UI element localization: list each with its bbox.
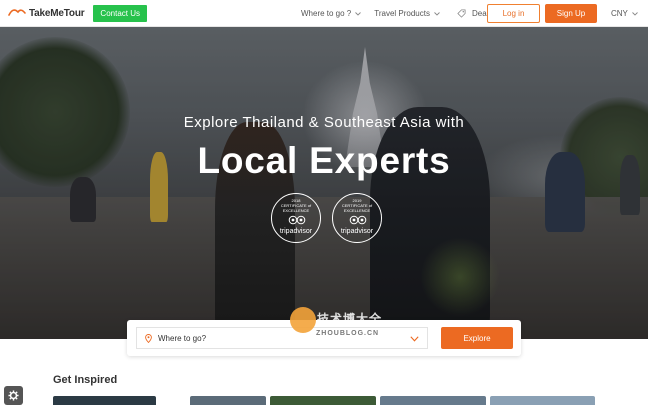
currency-label: CNY	[611, 9, 628, 18]
inspiration-card[interactable]	[380, 396, 486, 405]
badge-brand: tripadvisor	[279, 228, 313, 235]
tripadvisor-owl-icon	[349, 215, 367, 225]
nav-where-label: Where to go ?	[301, 9, 352, 18]
badge-cert-text: CERTIFICATE of EXCELLENCE	[333, 203, 381, 213]
nav-travel-label: Travel Products	[374, 9, 430, 18]
logo[interactable]: TakeMeTour	[8, 7, 85, 19]
watermark-text-cn: 技术博大全	[317, 312, 383, 326]
nav-travel-products[interactable]: Travel Products	[374, 9, 440, 18]
watermark-logo-icon	[290, 307, 316, 333]
nav-where-to-go[interactable]: Where to go ?	[301, 9, 362, 18]
chevron-down-icon	[355, 11, 362, 16]
top-header: TakeMeTour Contact Us Where to go ? Trav…	[0, 0, 648, 27]
login-button[interactable]: Log in	[487, 4, 540, 23]
tag-icon	[457, 9, 466, 18]
settings-button[interactable]	[4, 386, 23, 405]
chevron-down-icon[interactable]	[410, 336, 419, 342]
inspiration-card[interactable]	[53, 396, 156, 405]
inspiration-card[interactable]	[190, 396, 266, 405]
badge-cert-line2: EXCELLENCE	[343, 208, 371, 213]
watermark-text-en: ZHOUBLOG.CN	[316, 330, 380, 337]
inspiration-card[interactable]	[490, 396, 595, 405]
tripadvisor-badge: 2018 CERTIFICATE of EXCELLENCE tripadvis…	[271, 193, 321, 243]
hero-overlay	[0, 27, 648, 339]
hero-title: Local Experts	[197, 140, 451, 181]
inspiration-card[interactable]	[270, 396, 376, 405]
destination-select[interactable]: Where to go?	[136, 327, 428, 349]
explore-button[interactable]: Explore	[441, 327, 513, 349]
location-pin-icon	[145, 333, 152, 343]
destination-placeholder: Where to go?	[158, 333, 207, 343]
logo-icon	[8, 9, 26, 16]
tripadvisor-owl-icon	[288, 215, 306, 225]
badge-cert-text: CERTIFICATE of EXCELLENCE	[272, 203, 320, 213]
badge-brand: tripadvisor	[340, 228, 374, 235]
chevron-down-icon	[434, 11, 440, 16]
hero-banner: Explore Thailand & Southeast Asia with L…	[0, 27, 648, 339]
logo-text: TakeMeTour	[29, 7, 85, 19]
currency-selector[interactable]: CNY	[611, 9, 638, 18]
signup-button[interactable]: Sign Up	[545, 4, 597, 23]
tripadvisor-badge: 2019 CERTIFICATE of EXCELLENCE tripadvis…	[332, 193, 382, 243]
badge-cert-line2: EXCELLENCE	[282, 208, 310, 213]
chevron-down-icon	[632, 11, 638, 16]
contact-us-button[interactable]: Contact Us	[93, 4, 147, 22]
main-nav: Where to go ? Travel Products Deals	[301, 0, 492, 27]
get-inspired-heading: Get Inspired	[53, 374, 118, 386]
hero-subtitle: Explore Thailand & Southeast Asia with	[183, 114, 465, 131]
gear-icon	[8, 390, 19, 401]
